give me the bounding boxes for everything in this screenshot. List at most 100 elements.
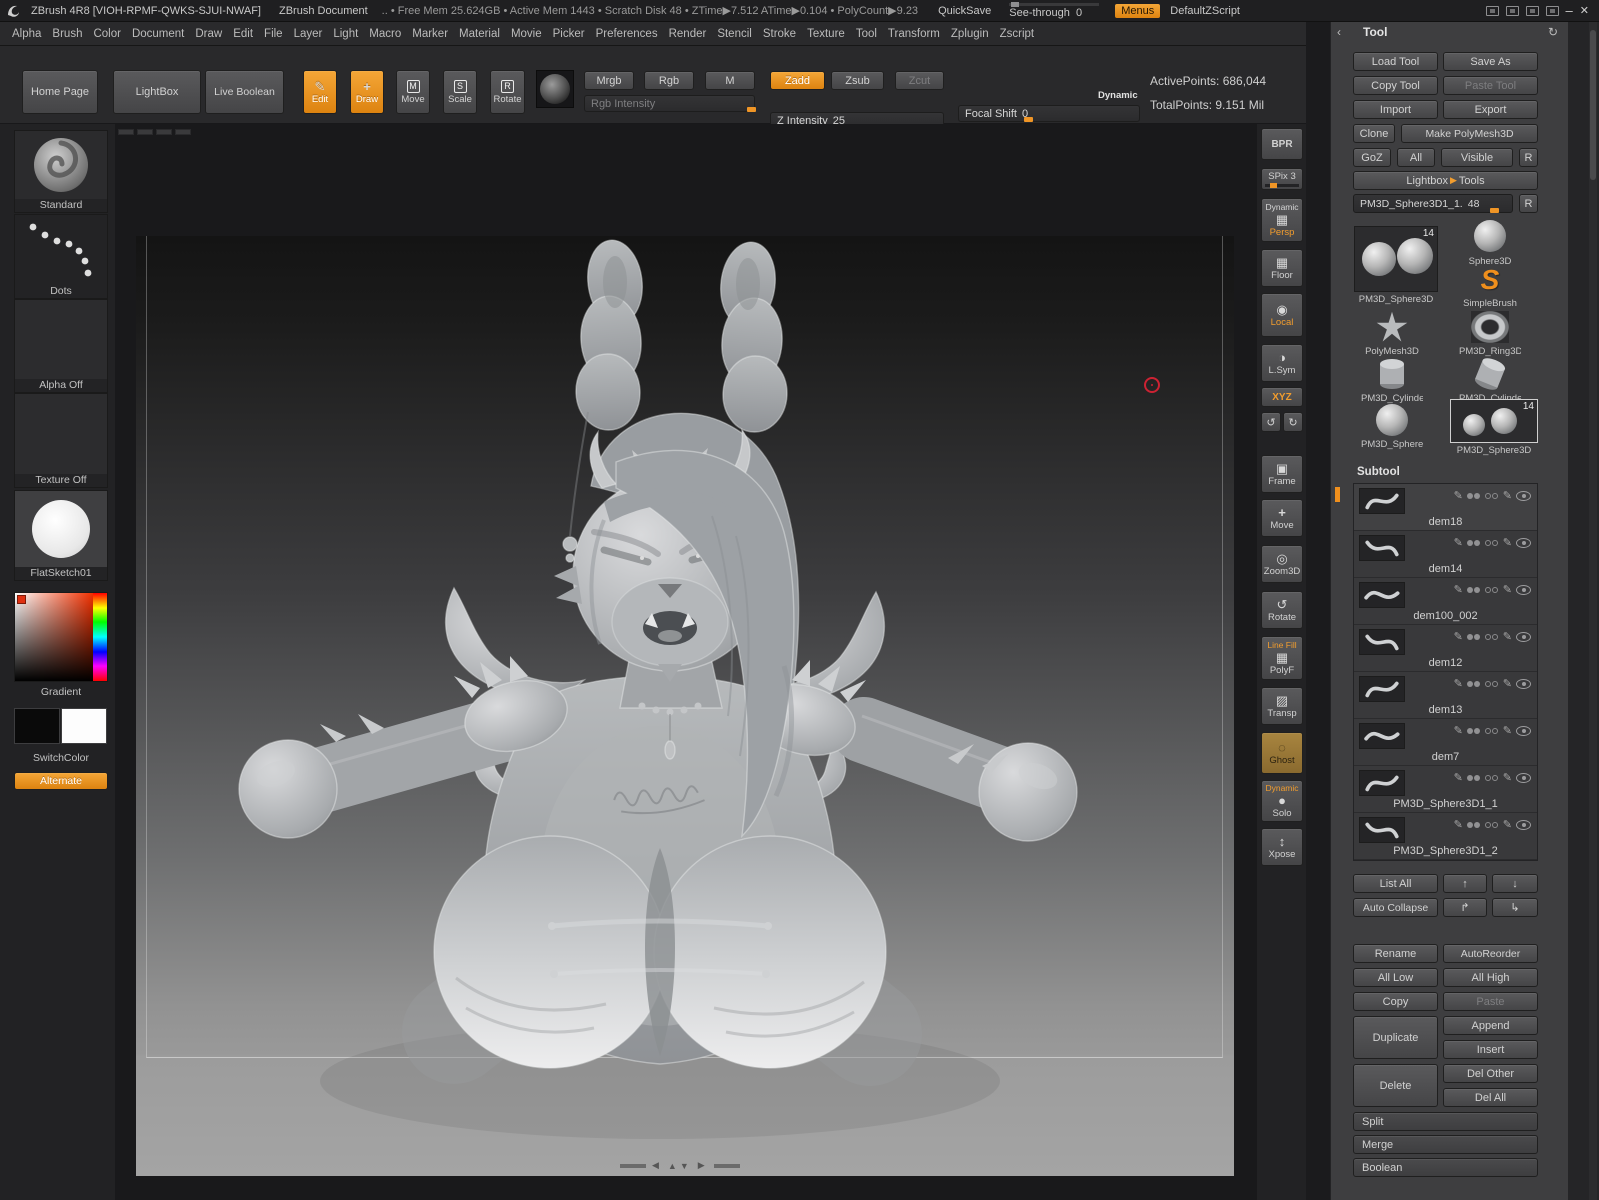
copy-subtool-button[interactable]: Copy bbox=[1353, 992, 1438, 1011]
local-button[interactable]: ◉ Local bbox=[1261, 293, 1303, 337]
close-icon[interactable]: ✕ bbox=[1580, 4, 1589, 17]
uv-toggle-icon[interactable] bbox=[1485, 584, 1499, 596]
polypaint-brush-icon[interactable]: ✎ bbox=[1454, 820, 1463, 831]
lightbox-button[interactable]: LightBox bbox=[113, 70, 201, 114]
tool-item[interactable]: PM3D_Cylinder3 bbox=[1459, 357, 1521, 404]
menu-item[interactable]: Alpha bbox=[12, 28, 41, 40]
rename-button[interactable]: Rename bbox=[1353, 944, 1438, 963]
tool-item[interactable]: PM3D_Ring3D2 bbox=[1459, 310, 1521, 357]
menu-item[interactable]: Transform bbox=[888, 28, 940, 40]
visibility-eye-icon[interactable] bbox=[1516, 585, 1531, 595]
menu-item[interactable]: File bbox=[264, 28, 283, 40]
focal-shift-handle[interactable] bbox=[1024, 117, 1033, 122]
all-low-button[interactable]: All Low bbox=[1353, 968, 1438, 987]
all-high-button[interactable]: All High bbox=[1443, 968, 1538, 987]
menu-item[interactable]: Color bbox=[93, 28, 120, 40]
edit-pen-icon[interactable]: ✎ bbox=[1503, 538, 1512, 549]
current-material-cell[interactable]: FlatSketch01 bbox=[14, 490, 108, 581]
del-all-button[interactable]: Del All bbox=[1443, 1088, 1538, 1107]
polypaint-brush-icon[interactable]: ✎ bbox=[1454, 679, 1463, 690]
move-branch-down-button[interactable]: ↳ bbox=[1492, 898, 1538, 917]
paint-toggle-icon[interactable] bbox=[1467, 537, 1481, 549]
copy-tool-button[interactable]: Copy Tool bbox=[1353, 76, 1438, 95]
subtool-title[interactable]: Subtool bbox=[1357, 466, 1400, 478]
tool-item[interactable]: PM3D_Cylinder3 bbox=[1361, 357, 1423, 404]
tablet-icon[interactable] bbox=[1506, 6, 1519, 16]
m-button[interactable]: M bbox=[705, 71, 755, 90]
current-brush-cell[interactable]: Standard bbox=[14, 130, 108, 213]
current-alpha-cell[interactable]: Alpha Off bbox=[14, 299, 108, 393]
frame-button[interactable]: ▣ Frame bbox=[1261, 455, 1303, 493]
switch-color-label[interactable]: SwitchColor bbox=[14, 752, 108, 764]
zadd-button[interactable]: Zadd bbox=[770, 71, 825, 90]
goz-all-button[interactable]: All bbox=[1397, 148, 1435, 167]
menu-item[interactable]: Texture bbox=[807, 28, 845, 40]
paste-tool-button[interactable]: Paste Tool bbox=[1443, 76, 1538, 95]
edit-pen-icon[interactable]: ✎ bbox=[1503, 679, 1512, 690]
menu-item[interactable]: Brush bbox=[52, 28, 82, 40]
edit-pen-icon[interactable]: ✎ bbox=[1503, 585, 1512, 596]
menu-item[interactable]: Preferences bbox=[596, 28, 658, 40]
make-polymesh3d-button[interactable]: Make PolyMesh3D bbox=[1401, 124, 1538, 143]
tool-item-selected[interactable]: 14 PM3D_Sphere3D bbox=[1449, 399, 1539, 456]
uv-toggle-icon[interactable] bbox=[1485, 772, 1499, 784]
load-tool-button[interactable]: Load Tool bbox=[1353, 52, 1438, 71]
zoom3d-button[interactable]: ◎ Zoom3D bbox=[1261, 545, 1303, 583]
stylus-icon[interactable] bbox=[1486, 6, 1499, 16]
tool-item[interactable]: PM3D_Sphere3D bbox=[1361, 403, 1423, 450]
uv-toggle-icon[interactable] bbox=[1485, 537, 1499, 549]
tool-r-button[interactable]: R bbox=[1519, 194, 1538, 213]
menu-item[interactable]: Render bbox=[669, 28, 707, 40]
save-as-button[interactable]: Save As bbox=[1443, 52, 1538, 71]
xpose-button[interactable]: ↕ Xpose bbox=[1261, 828, 1303, 866]
panel-divider[interactable] bbox=[1306, 22, 1330, 1200]
goz-r-button[interactable]: R bbox=[1519, 148, 1538, 167]
rgb-button[interactable]: Rgb bbox=[644, 71, 694, 90]
edit-pen-icon[interactable]: ✎ bbox=[1503, 491, 1512, 502]
polypaint-brush-icon[interactable]: ✎ bbox=[1454, 773, 1463, 784]
menus-button[interactable]: Menus bbox=[1115, 4, 1160, 18]
edit-pen-icon[interactable]: ✎ bbox=[1503, 773, 1512, 784]
menu-item[interactable]: Layer bbox=[294, 28, 323, 40]
visibility-eye-icon[interactable] bbox=[1516, 820, 1531, 830]
menu-item[interactable]: Picker bbox=[553, 28, 585, 40]
subtool-item[interactable]: ✎ ✎ PM3D_Sphere3D1_2 bbox=[1354, 813, 1537, 860]
pivot-cw-button[interactable]: ↻ bbox=[1283, 412, 1303, 432]
subtool-item[interactable]: ✎ ✎ dem7 bbox=[1354, 719, 1537, 766]
saturation-area[interactable] bbox=[15, 593, 93, 681]
pivot-ccw-button[interactable]: ↺ bbox=[1261, 412, 1281, 432]
main-color-swatch[interactable] bbox=[14, 708, 60, 744]
see-through-track[interactable] bbox=[1009, 3, 1099, 6]
nav-left-icon[interactable]: ◀ bbox=[652, 1160, 662, 1171]
menu-item[interactable]: Edit bbox=[233, 28, 253, 40]
duplicate-button[interactable]: Duplicate bbox=[1353, 1016, 1438, 1059]
paint-toggle-icon[interactable] bbox=[1467, 819, 1481, 831]
uv-toggle-icon[interactable] bbox=[1485, 725, 1499, 737]
zscript-name[interactable]: DefaultZScript bbox=[1170, 5, 1240, 17]
boolean-section[interactable]: Boolean bbox=[1353, 1158, 1538, 1177]
subtool-up-button[interactable]: ↑ bbox=[1443, 874, 1487, 893]
clone-button[interactable]: Clone bbox=[1353, 124, 1395, 143]
insert-button[interactable]: Insert bbox=[1443, 1040, 1538, 1059]
alternate-button[interactable]: Alternate bbox=[14, 772, 108, 790]
list-all-button[interactable]: List All bbox=[1353, 874, 1438, 893]
current-texture-cell[interactable]: Texture Off bbox=[14, 393, 108, 488]
live-boolean-button[interactable]: Live Boolean bbox=[205, 70, 284, 114]
visibility-eye-icon[interactable] bbox=[1516, 491, 1531, 501]
focal-shift-slider[interactable]: Focal Shift 0 bbox=[958, 105, 1140, 122]
merge-section[interactable]: Merge bbox=[1353, 1135, 1538, 1154]
tool-slider-handle[interactable] bbox=[1490, 208, 1499, 213]
subtool-item[interactable]: ✎ ✎ dem18 bbox=[1354, 484, 1537, 531]
lsym-button[interactable]: ◑ L.Sym bbox=[1261, 344, 1303, 382]
move-branch-up-button[interactable]: ↱ bbox=[1443, 898, 1487, 917]
paint-toggle-icon[interactable] bbox=[1467, 678, 1481, 690]
edit-pen-icon[interactable]: ✎ bbox=[1503, 820, 1512, 831]
visibility-eye-icon[interactable] bbox=[1516, 726, 1531, 736]
polypaint-brush-icon[interactable]: ✎ bbox=[1454, 726, 1463, 737]
visibility-eye-icon[interactable] bbox=[1516, 773, 1531, 783]
import-button[interactable]: Import bbox=[1353, 100, 1438, 119]
visibility-eye-icon[interactable] bbox=[1516, 679, 1531, 689]
menu-item[interactable]: Macro bbox=[369, 28, 401, 40]
subtool-item[interactable]: ✎ ✎ dem13 bbox=[1354, 672, 1537, 719]
solo-button[interactable]: Dynamic ● Solo bbox=[1261, 780, 1303, 822]
